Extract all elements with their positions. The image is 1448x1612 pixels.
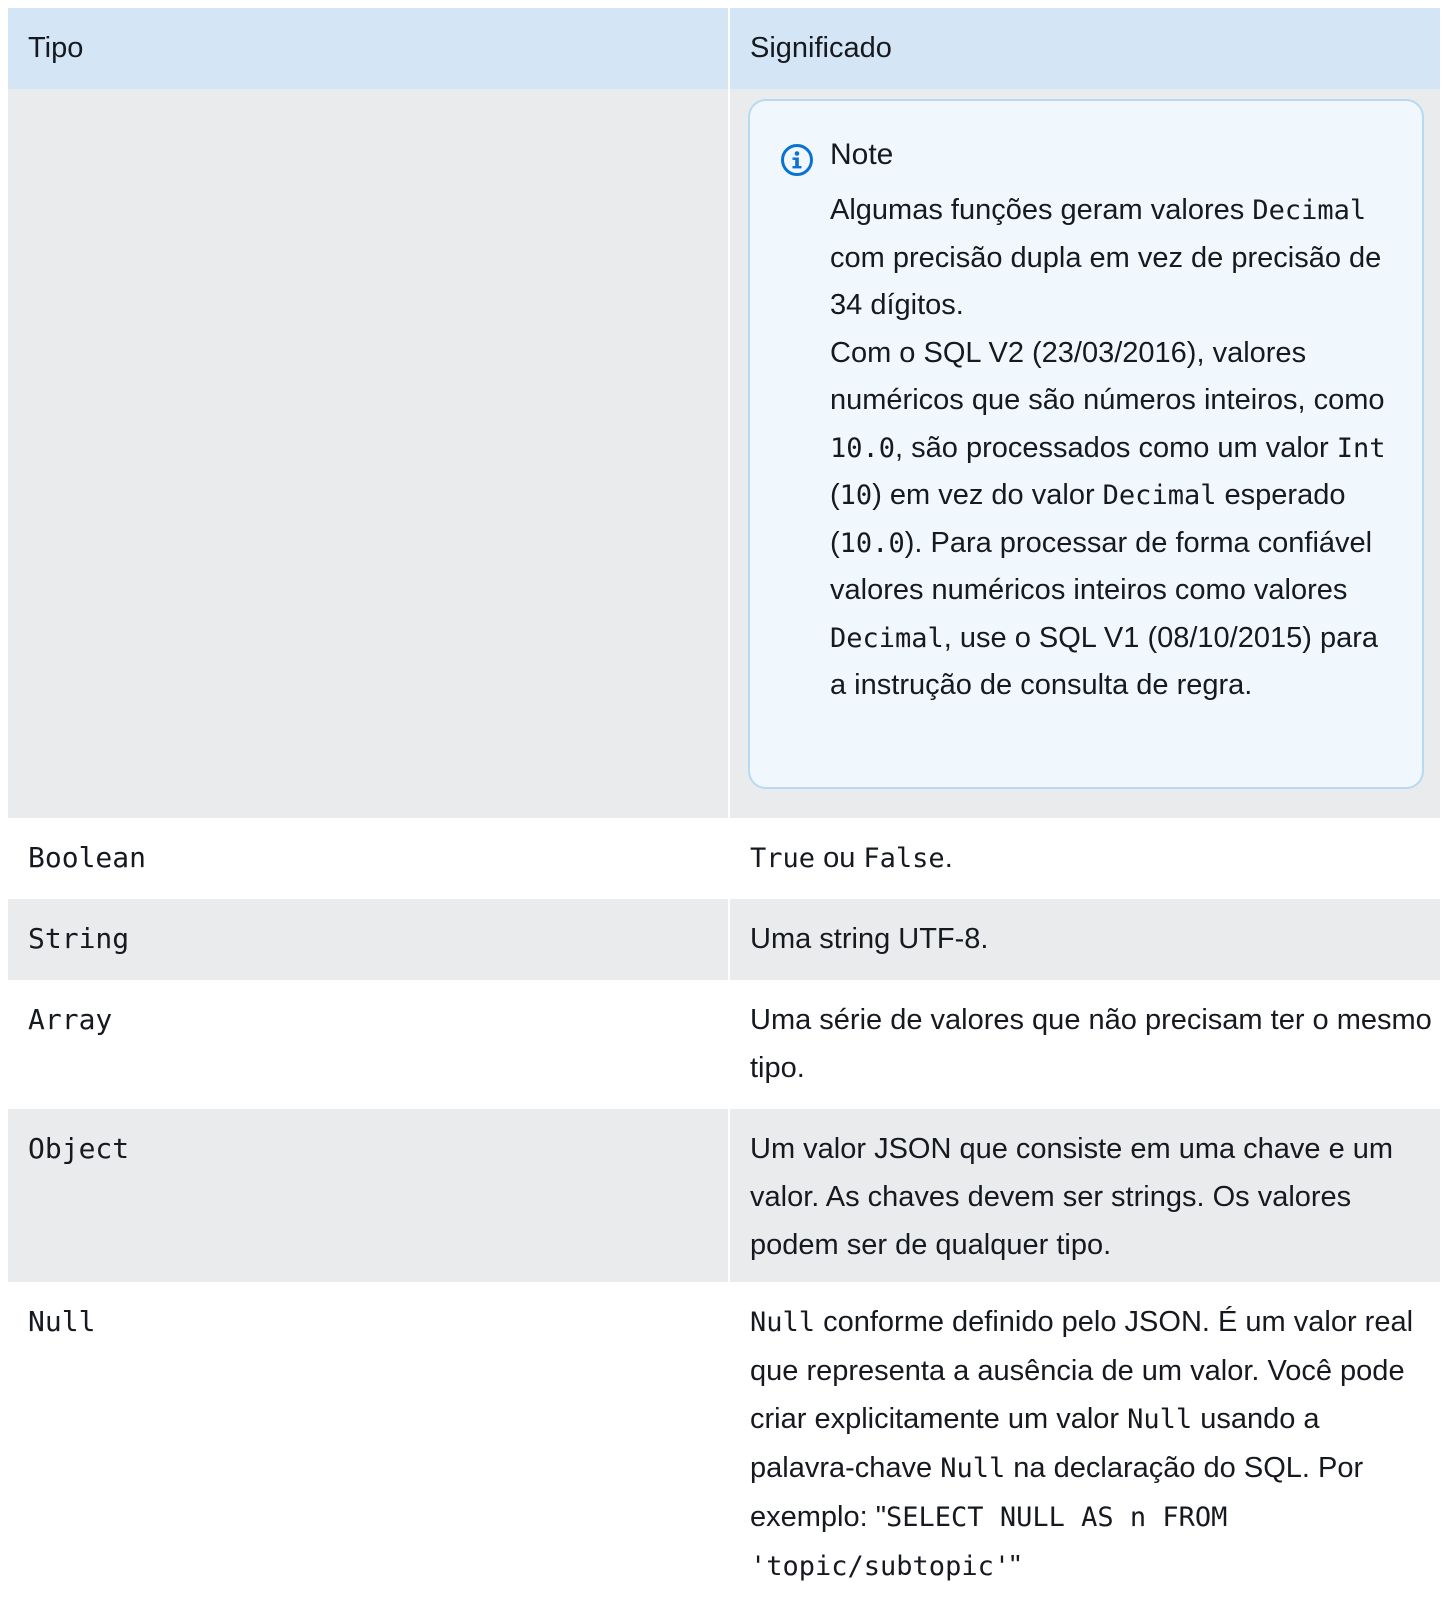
meaning-cell: True ou False. (728, 818, 1440, 899)
inline-code: Int (1336, 432, 1386, 464)
note-text: ). Para processar de forma confiável val… (830, 526, 1373, 607)
inline-code: Decimal (830, 622, 944, 654)
table-row: Null Null conforme definido pelo JSON. É… (8, 1282, 1440, 1612)
note-paragraph: Algumas funções geram valores Decimal co… (830, 187, 1390, 330)
inline-code: Null (750, 1307, 816, 1338)
meaning-cell: Um valor JSON que consiste em uma chave … (728, 1109, 1440, 1282)
inline-code: Decimal (1252, 195, 1367, 226)
meaning-cell: Uma string UTF-8. (728, 899, 1440, 980)
inline-code: 10.0 (830, 432, 896, 464)
type-cell: Boolean (28, 841, 147, 874)
note-body: Algumas funções geram valores Decimal co… (830, 187, 1390, 710)
header-meaning: Significado (728, 8, 1440, 89)
meaning-cell: Uma série de valores que não precisam te… (728, 980, 1440, 1109)
inline-code: False (863, 843, 945, 874)
inline-code: Decimal (1102, 480, 1217, 511)
table-row: Note Algumas funções geram valores Decim… (8, 89, 1440, 818)
meaning-text: . (944, 842, 953, 874)
inline-code: Null (940, 1453, 1006, 1484)
table-row: Array Uma série de valores que não preci… (8, 980, 1440, 1109)
inline-code: 10 (839, 480, 873, 511)
type-cell: Array (28, 1003, 113, 1036)
table-row: Object Um valor JSON que consiste em uma… (8, 1109, 1440, 1282)
note-text: Com o SQL V2 (23/03/2016), valores numér… (830, 336, 1385, 417)
inline-code: True (750, 843, 816, 874)
table-row: Boolean True ou False. (8, 818, 1440, 899)
type-cell: Object (28, 1132, 130, 1165)
note-title: Note (830, 138, 894, 171)
note-callout: Note Algumas funções geram valores Decim… (748, 99, 1424, 789)
note-text: , são processados como um valor (895, 431, 1337, 464)
info-icon (781, 144, 813, 176)
data-types-table: Tipo Significado Note Algumas funções ge… (8, 8, 1440, 1612)
meaning-text: ou (815, 842, 864, 874)
header-type: Tipo (28, 32, 84, 64)
type-cell: Null (28, 1305, 96, 1338)
table-row: String Uma string UTF-8. (8, 899, 1440, 980)
note-text: ( (830, 479, 840, 511)
note-text: ) em vez do valor (872, 479, 1103, 511)
note-paragraph: Com o SQL V2 (23/03/2016), valores numér… (830, 330, 1390, 710)
inline-code: Null (1127, 1404, 1193, 1435)
note-text: Algumas funções geram valores (830, 194, 1253, 226)
meaning-cell: Note Algumas funções geram valores Decim… (728, 89, 1440, 818)
note-text: com precisão dupla em vez de precisão de… (830, 241, 1382, 322)
type-cell: String (28, 922, 130, 955)
meaning-text: " (1010, 1550, 1021, 1582)
table-header-row: Tipo Significado (8, 8, 1440, 89)
inline-code: 10.0 (839, 527, 905, 559)
meaning-cell: Null conforme definido pelo JSON. É um v… (728, 1282, 1440, 1612)
type-cell-empty (8, 89, 728, 818)
